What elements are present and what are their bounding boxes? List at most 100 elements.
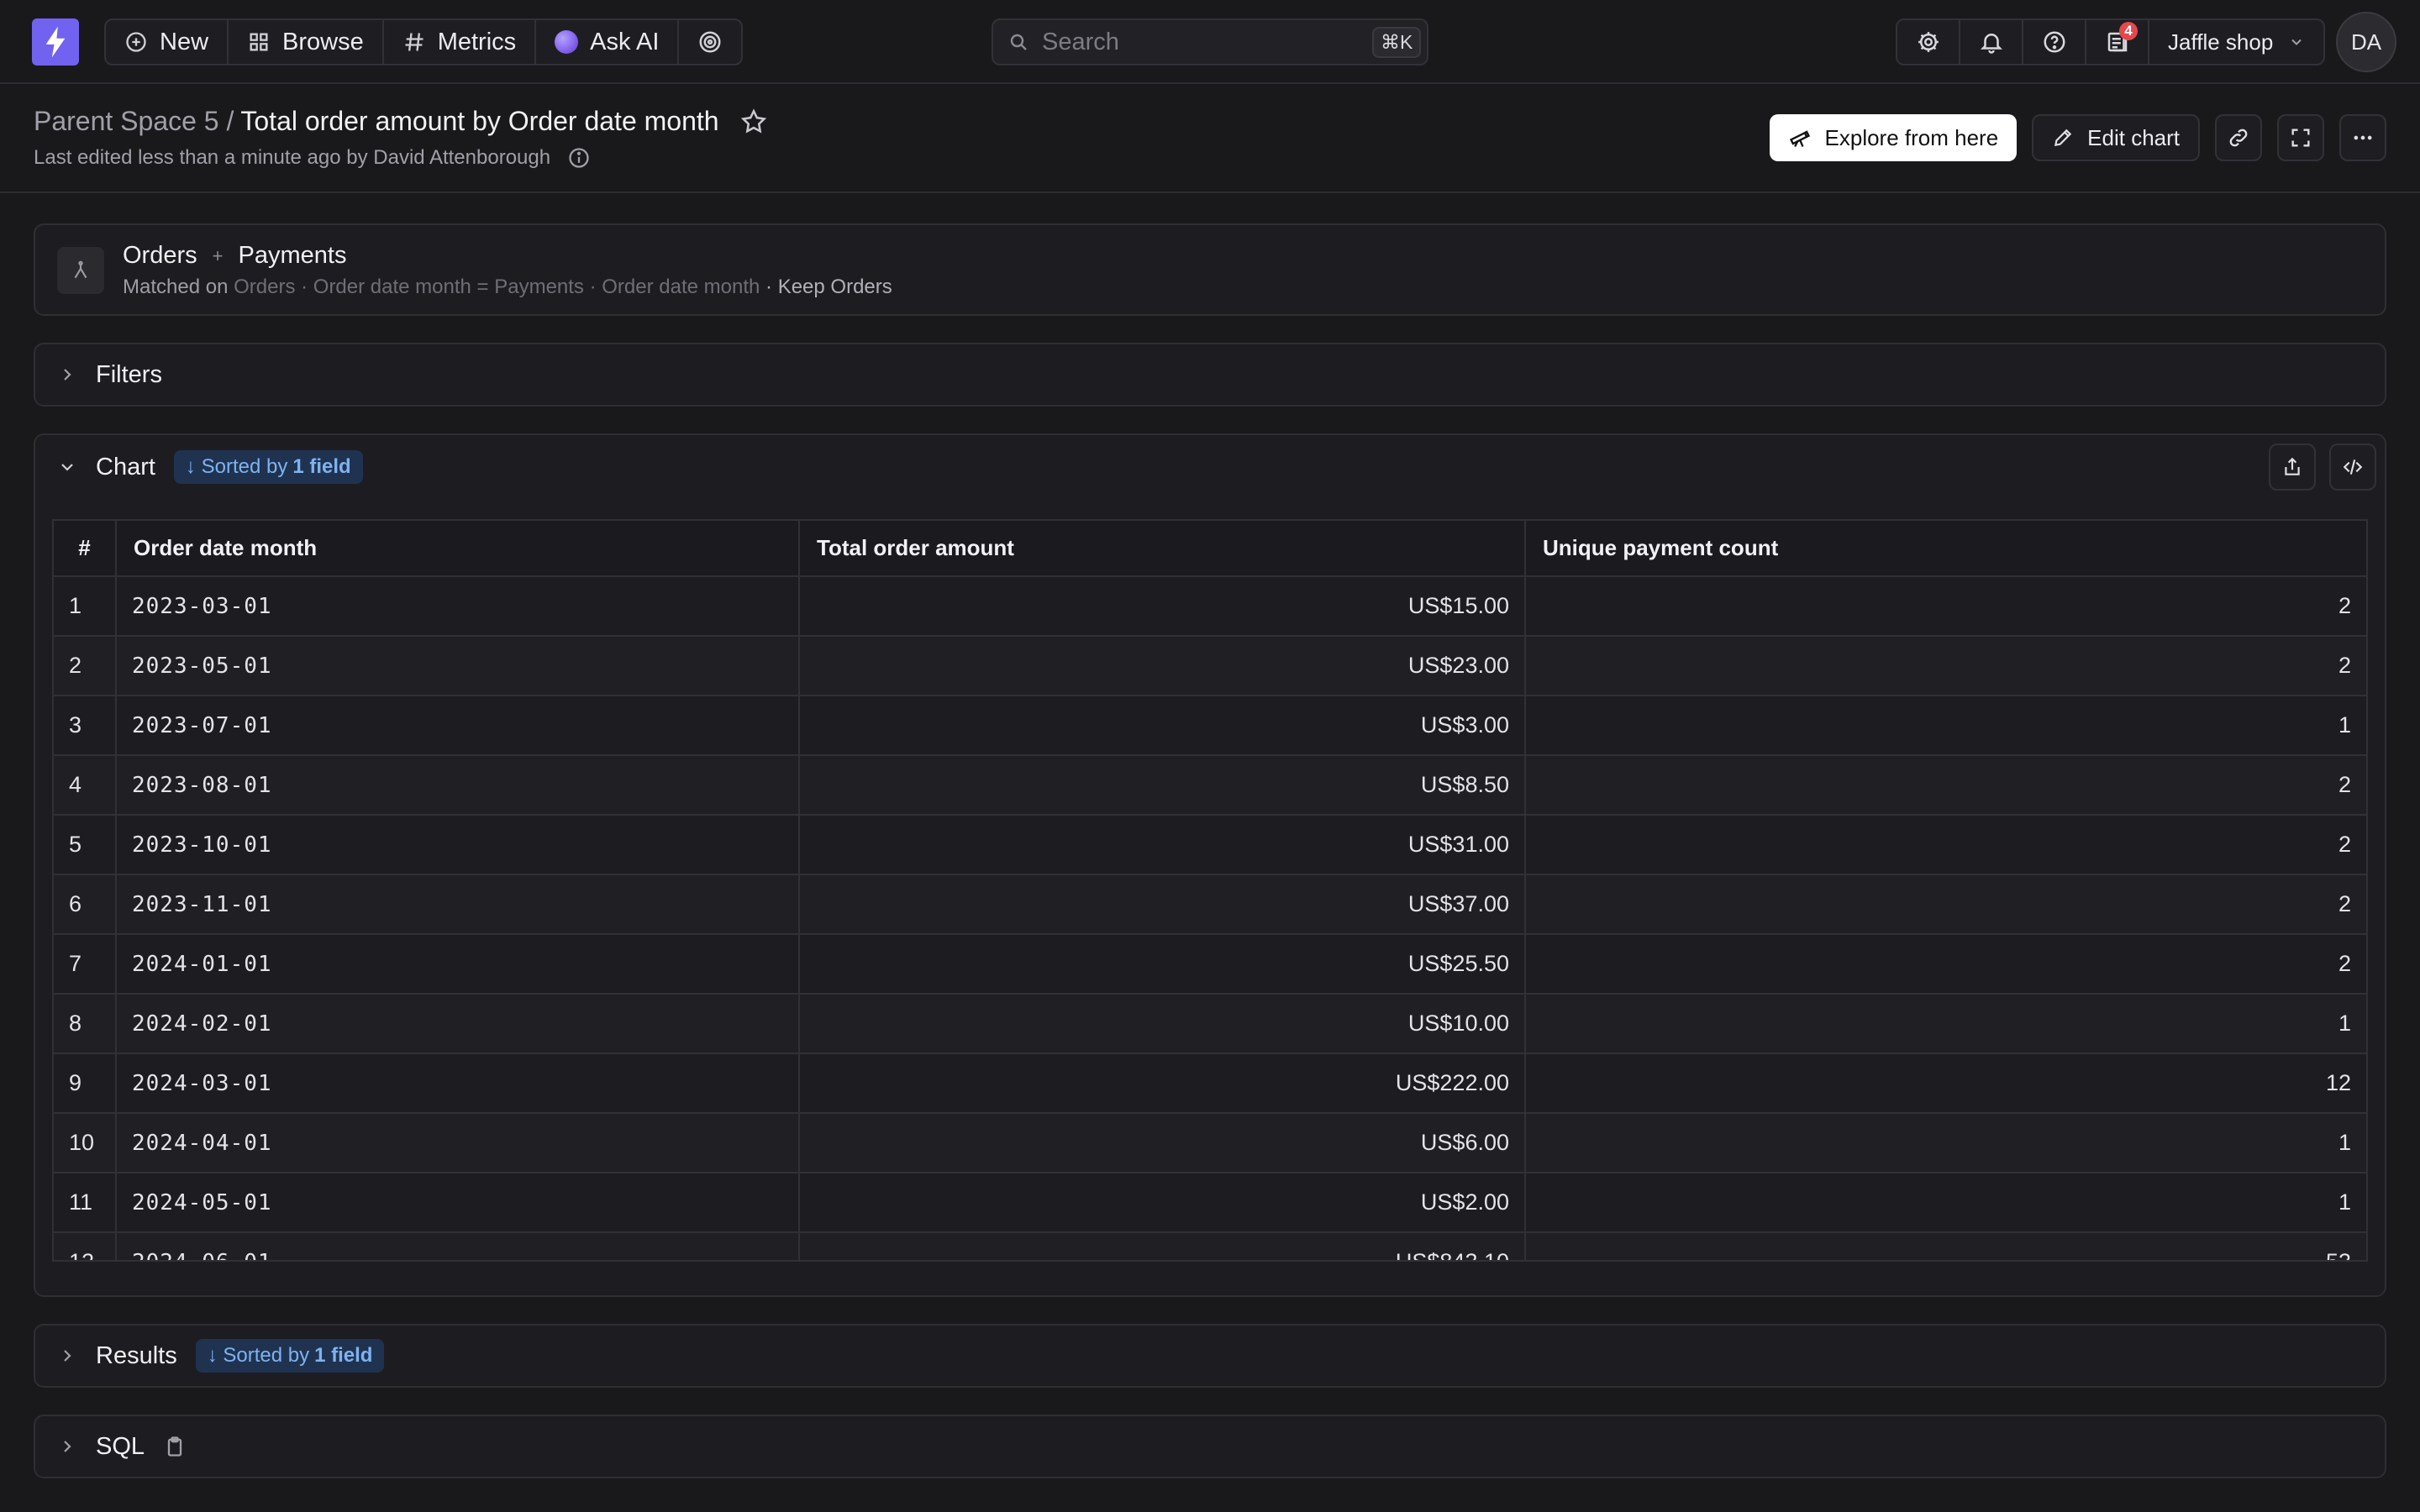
filters-panel[interactable]: Filters: [34, 343, 2386, 407]
cell-total-order-amount[interactable]: US$843.10: [799, 1232, 1526, 1260]
ai-orb-icon: [555, 30, 579, 54]
cell-unique-payment-count[interactable]: 53: [1525, 1232, 2366, 1260]
cell-order-date-month[interactable]: 2024-06-01: [116, 1232, 800, 1260]
table-row: 122024-06-01US$843.1053: [54, 1232, 2366, 1260]
chevron-right-icon: [57, 1436, 77, 1457]
column-header-index[interactable]: #: [54, 521, 117, 577]
row-index: 3: [54, 696, 117, 756]
cell-total-order-amount[interactable]: US$2.00: [799, 1173, 1526, 1233]
lightning-logo-icon[interactable]: [32, 18, 79, 66]
cell-total-order-amount[interactable]: US$15.00: [799, 576, 1526, 637]
join-condition: Matched on Orders · Order date month = P…: [123, 276, 892, 299]
cell-unique-payment-count[interactable]: 2: [1525, 576, 2366, 637]
avatar[interactable]: DA: [2336, 12, 2396, 72]
row-index: 4: [54, 755, 117, 816]
edit-chart-label: Edit chart: [2087, 124, 2180, 150]
results-panel[interactable]: Results ↓ Sorted by 1 field: [34, 1324, 2386, 1388]
cell-order-date-month[interactable]: 2023-03-01: [116, 576, 800, 637]
cell-order-date-month[interactable]: 2023-07-01: [116, 696, 800, 756]
cell-unique-payment-count[interactable]: 2: [1525, 755, 2366, 816]
help-button[interactable]: [2023, 20, 2086, 64]
column-header-order-date-month[interactable]: Order date month: [116, 521, 800, 577]
primary-nav: New Browse Metrics Ask AI: [104, 18, 744, 66]
cell-unique-payment-count[interactable]: 1: [1525, 994, 2366, 1054]
sql-panel[interactable]: SQL: [34, 1415, 2386, 1478]
settings-button[interactable]: [1897, 20, 1960, 64]
help-icon: [2042, 29, 2067, 55]
row-index: 7: [54, 934, 117, 995]
info-icon[interactable]: [567, 146, 591, 170]
cell-total-order-amount[interactable]: US$3.00: [799, 696, 1526, 756]
chevron-down-icon: [57, 457, 77, 477]
chart-panel: Chart ↓ Sorted by 1 field # Order date m…: [34, 433, 2386, 1297]
breadcrumb-parent-space[interactable]: Parent Space 5 /: [34, 106, 234, 137]
share-button[interactable]: [2269, 444, 2316, 491]
cell-order-date-month[interactable]: 2024-03-01: [116, 1053, 800, 1114]
more-options-button[interactable]: [2339, 114, 2386, 161]
chart-sort-count: 1 field: [292, 455, 351, 478]
cell-unique-payment-count[interactable]: 12: [1525, 1053, 2366, 1114]
search-input[interactable]: [1042, 28, 1359, 56]
cell-total-order-amount[interactable]: US$31.00: [799, 815, 1526, 875]
star-icon[interactable]: [739, 108, 768, 136]
org-switcher[interactable]: Jaffle shop: [2149, 20, 2323, 64]
chart-sort-badge[interactable]: ↓ Sorted by 1 field: [173, 450, 363, 484]
chart-panel-header[interactable]: Chart ↓ Sorted by 1 field: [35, 435, 2385, 499]
cell-total-order-amount[interactable]: US$8.50: [799, 755, 1526, 816]
table-row: 11 2024-05-01 US$2.00 1: [54, 1173, 2366, 1233]
join-title: Orders + Payments: [123, 242, 346, 270]
cell-unique-payment-count[interactable]: 2: [1525, 934, 2366, 995]
join-icon: [57, 247, 104, 294]
filters-label: Filters: [96, 360, 162, 388]
changelog-button[interactable]: 4: [2086, 20, 2149, 64]
spotlight-button[interactable]: [679, 20, 741, 64]
table-row: 6 2023-11-01 US$37.00 2: [54, 874, 2366, 935]
fullscreen-button[interactable]: [2277, 114, 2324, 161]
cell-total-order-amount[interactable]: US$222.00: [799, 1053, 1526, 1114]
search-bar[interactable]: ⌘K: [992, 18, 1428, 66]
cell-total-order-amount[interactable]: US$23.00: [799, 636, 1526, 696]
cell-unique-payment-count[interactable]: 1: [1525, 1173, 2366, 1233]
utility-nav: 4 Jaffle shop: [1896, 18, 2326, 66]
cell-total-order-amount[interactable]: US$10.00: [799, 994, 1526, 1054]
cell-order-date-month[interactable]: 2023-10-01: [116, 815, 800, 875]
table-row: 10 2024-04-01 US$6.00 1: [54, 1113, 2366, 1173]
copy-link-button[interactable]: [2215, 114, 2262, 161]
edit-chart-button[interactable]: Edit chart: [2032, 114, 2200, 161]
cell-order-date-month[interactable]: 2024-05-01: [116, 1173, 800, 1233]
last-edited-text: Last edited less than a minute ago by Da…: [34, 146, 551, 169]
chart-label: Chart: [96, 453, 155, 480]
cell-order-date-month[interactable]: 2024-04-01: [116, 1113, 800, 1173]
table-row: 4 2023-08-01 US$8.50 2: [54, 755, 2366, 816]
cell-order-date-month[interactable]: 2024-02-01: [116, 994, 800, 1054]
cell-order-date-month[interactable]: 2024-01-01: [116, 934, 800, 995]
cell-unique-payment-count[interactable]: 2: [1525, 874, 2366, 935]
explore-from-here-button[interactable]: Explore from here: [1769, 114, 2018, 161]
row-index: 11: [54, 1173, 117, 1233]
embed-code-button[interactable]: [2329, 444, 2376, 491]
ask-ai-button[interactable]: Ask AI: [536, 20, 680, 64]
cell-total-order-amount[interactable]: US$25.50: [799, 934, 1526, 995]
cell-order-date-month[interactable]: 2023-11-01: [116, 874, 800, 935]
cell-unique-payment-count[interactable]: 1: [1525, 696, 2366, 756]
metrics-button[interactable]: Metrics: [384, 20, 537, 64]
cell-unique-payment-count[interactable]: 2: [1525, 815, 2366, 875]
cell-total-order-amount[interactable]: US$6.00: [799, 1113, 1526, 1173]
cell-unique-payment-count[interactable]: 2: [1525, 636, 2366, 696]
new-button[interactable]: New: [106, 20, 229, 64]
column-header-total-order-amount[interactable]: Total order amount: [799, 521, 1526, 577]
clipboard-icon[interactable]: [163, 1435, 187, 1458]
row-index: 9: [54, 1053, 117, 1114]
cell-total-order-amount[interactable]: US$37.00: [799, 874, 1526, 935]
results-sort-badge[interactable]: ↓ Sorted by 1 field: [195, 1339, 385, 1373]
metrics-label: Metrics: [437, 28, 517, 55]
notifications-button[interactable]: [1960, 20, 2023, 64]
cell-unique-payment-count[interactable]: 1: [1525, 1113, 2366, 1173]
browse-button[interactable]: Browse: [229, 20, 384, 64]
cell-order-date-month[interactable]: 2023-05-01: [116, 636, 800, 696]
column-header-unique-payment-count[interactable]: Unique payment count: [1525, 521, 2366, 577]
cell-order-date-month[interactable]: 2023-08-01: [116, 755, 800, 816]
row-index: 5: [54, 815, 117, 875]
notification-badge: 4: [2119, 22, 2138, 40]
new-label: New: [160, 28, 209, 55]
